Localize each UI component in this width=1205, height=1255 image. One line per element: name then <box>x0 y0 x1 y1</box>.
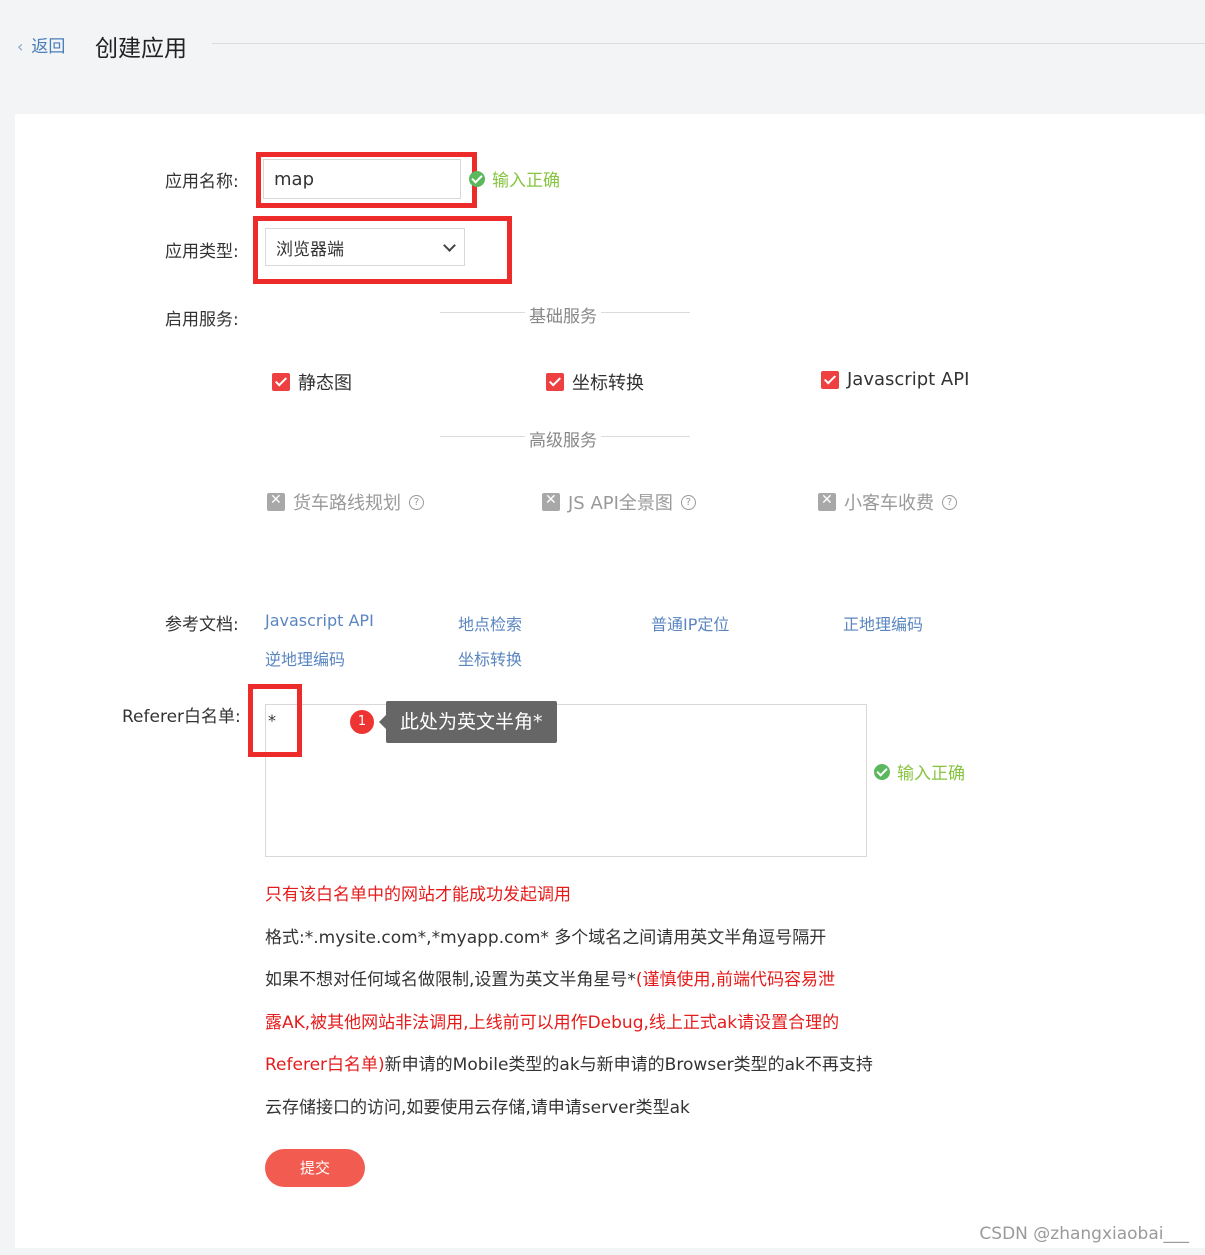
help-icon[interactable]: ? <box>942 494 957 510</box>
referer-status-text: 输入正确 <box>897 764 965 784</box>
header-divider <box>212 43 1205 44</box>
referer-note-line4: 露AK,被其他网站非法调用,上线前可以用作Debug,线上正式ak请设置合理的 <box>265 1013 840 1033</box>
checkbox-checked-icon <box>546 373 564 391</box>
checkbox-disabled-icon <box>542 492 560 511</box>
app-type-label: 应用类型: <box>165 242 239 262</box>
referer-note-line5: Referer白名单)新申请的Mobile类型的ak与新申请的Browser类型… <box>265 1050 873 1075</box>
checkbox-disabled-icon <box>267 492 285 511</box>
app-name-status: 输入正确 <box>469 166 560 191</box>
highlight-box-app-type <box>253 216 512 284</box>
doc-link-ip-location[interactable]: 普通IP定位 <box>651 611 729 635</box>
highlight-box-referer <box>248 684 302 757</box>
checkbox-js-panorama: JS API全景图? <box>542 489 696 515</box>
referer-note-line3: 如果不想对任何域名做限制,设置为英文半角星号*(谨慎使用,前端代码容易泄 <box>265 965 835 990</box>
help-icon[interactable]: ? <box>680 494 696 510</box>
basic-services-title: 基础服务 <box>525 302 601 327</box>
back-button[interactable]: ‹ 返回 <box>17 32 65 57</box>
checkbox-label: 小客车收费 <box>844 493 934 514</box>
services-label: 启用服务: <box>165 310 239 330</box>
checkbox-static-map[interactable]: 静态图 <box>272 369 352 395</box>
annotation-badge: 1 <box>350 710 374 734</box>
checkbox-label: Javascript API <box>847 369 970 390</box>
advanced-services-title: 高级服务 <box>525 426 601 451</box>
checkbox-checked-icon <box>272 373 290 391</box>
submit-button[interactable]: 提交 <box>265 1149 365 1187</box>
referer-note-line6: 云存储接口的访问,如要使用云存储,请申请server类型ak <box>265 1098 690 1118</box>
page-title: 创建应用 <box>95 36 187 62</box>
checkbox-label: 静态图 <box>298 373 352 394</box>
note-text: 如果不想对任何域名做限制,设置为英文半角星号* <box>265 970 636 990</box>
doc-link-geocoding[interactable]: 正地理编码 <box>843 611 923 635</box>
docs-label: 参考文档: <box>165 615 239 635</box>
doc-link-place-search[interactable]: 地点检索 <box>458 611 522 635</box>
checkbox-truck-route: 货车路线规划? <box>267 489 424 515</box>
doc-link-reverse-geocoding[interactable]: 逆地理编码 <box>265 646 345 670</box>
doc-link-javascript-api[interactable]: Javascript API <box>265 611 374 630</box>
checkbox-car-toll: 小客车收费? <box>818 489 957 515</box>
watermark: CSDN @zhangxiaobai___ <box>979 1224 1189 1244</box>
referer-status: 输入正确 <box>874 759 965 784</box>
checkbox-label: 坐标转换 <box>572 373 644 394</box>
checkbox-label: JS API全景图 <box>568 493 673 514</box>
form-card: 应用名称: map 输入正确 应用类型: 浏览器端 启用服务: 基础服务 静态图… <box>15 114 1205 1248</box>
checkbox-javascript-api[interactable]: Javascript API <box>821 369 969 390</box>
highlight-box-app-name <box>256 152 477 208</box>
doc-link-coord-convert[interactable]: 坐标转换 <box>458 646 522 670</box>
checkbox-checked-icon <box>821 370 839 389</box>
check-circle-icon <box>469 170 485 187</box>
referer-label: Referer白名单: <box>122 707 241 727</box>
chevron-left-icon: ‹ <box>17 37 24 56</box>
checkbox-coord-convert[interactable]: 坐标转换 <box>546 369 644 395</box>
note-text: 新申请的Mobile类型的ak与新申请的Browser类型的ak不再支持 <box>384 1055 873 1075</box>
referer-warning: 只有该白名单中的网站才能成功发起调用 <box>265 885 571 905</box>
referer-format-note: 格式:*.mysite.com*,*myapp.com* 多个域名之间请用英文半… <box>265 928 827 948</box>
note-caution-text: (谨慎使用,前端代码容易泄 <box>635 970 835 990</box>
annotation-tooltip: 此处为英文半角* <box>379 701 557 743</box>
back-label: 返回 <box>31 37 66 57</box>
checkbox-label: 货车路线规划 <box>293 493 401 514</box>
page-header: ‹ 返回 创建应用 <box>0 0 1205 112</box>
app-name-label: 应用名称: <box>165 172 239 192</box>
note-caution-text: Referer白名单) <box>265 1055 385 1075</box>
check-circle-icon <box>874 763 890 780</box>
help-icon[interactable]: ? <box>409 494 424 510</box>
app-name-status-text: 输入正确 <box>492 171 560 191</box>
checkbox-disabled-icon <box>818 492 836 511</box>
